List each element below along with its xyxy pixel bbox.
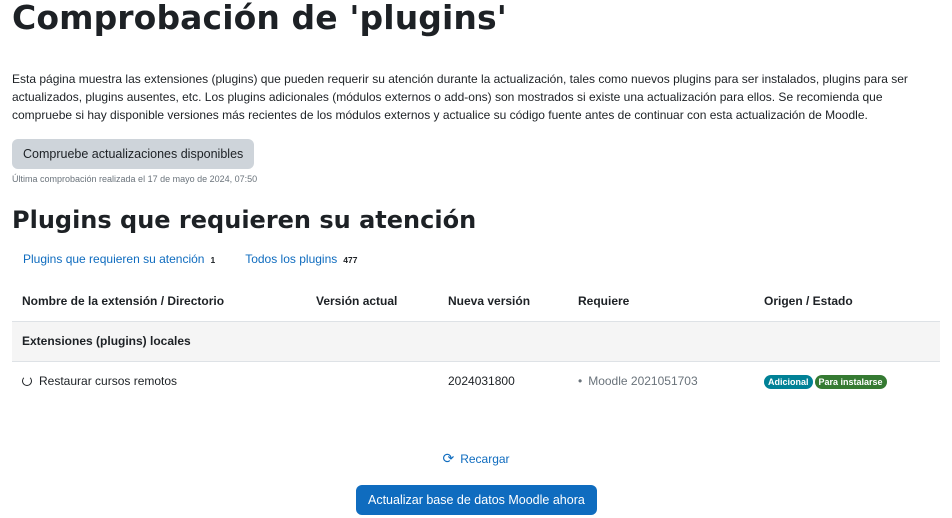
reload-label: Recargar	[460, 452, 510, 466]
last-check-text: Última comprobación realizada el 17 de m…	[12, 174, 258, 184]
filter-all: Todos los plugins 477	[245, 252, 357, 266]
upgrade-database-button[interactable]: Actualizar base de datos Moodle ahora	[356, 485, 597, 515]
header-name: Nombre de la extensión / Directorio	[12, 281, 306, 322]
table-header-row: Nombre de la extensión / Directorio Vers…	[12, 281, 940, 322]
filter-all-link[interactable]: Todos los plugins	[245, 252, 337, 266]
section-title: Plugins que requieren su atención	[12, 206, 477, 234]
requires-cell: Moodle 2021051703	[568, 361, 754, 401]
header-current-version: Versión actual	[306, 281, 438, 322]
refresh-icon	[22, 376, 32, 387]
plugin-name: Restaurar cursos remotos	[39, 374, 178, 389]
header-origin-status: Origen / Estado	[754, 281, 940, 322]
check-updates-button[interactable]: Compruebe actualizaciones disponibles	[12, 139, 255, 169]
badge-to-install: Para instalarse	[814, 374, 887, 389]
badge-additional: Adicional	[764, 374, 813, 389]
reload-icon: ⟳	[442, 450, 455, 466]
reload-link-wrap: ⟳ Recargar	[0, 450, 952, 467]
group-label: Extensiones (plugins) locales	[12, 321, 940, 362]
origin-status-cell: Adicional Para instalarse	[754, 361, 940, 401]
plugin-check-page: Comprobación de 'plugins' Esta página mu…	[0, 0, 952, 518]
plugin-name-cell: Restaurar cursos remotos	[12, 361, 306, 401]
intro-text: Esta página muestra las extensiones (plu…	[12, 72, 908, 122]
table-group-row: Extensiones (plugins) locales	[12, 321, 940, 362]
requires-item: Moodle 2021051703	[578, 374, 698, 388]
current-version-cell	[306, 361, 438, 401]
filter-attention: Plugins que requieren su atención 1	[23, 252, 215, 266]
filter-all-count: 477	[343, 255, 358, 265]
new-version-cell: 2024031800	[448, 374, 515, 389]
filter-attention-link[interactable]: Plugins que requieren su atención	[23, 252, 204, 266]
reload-link[interactable]: ⟳ Recargar	[442, 450, 510, 466]
filter-attention-count: 1	[210, 255, 216, 265]
page-title: Comprobación de 'plugins'	[12, 0, 507, 37]
table-row: Restaurar cursos remotos 2024031800 Mood…	[12, 361, 940, 401]
header-new-version: Nueva versión	[438, 281, 568, 322]
plugins-table: Nombre de la extensión / Directorio Vers…	[12, 281, 940, 401]
plugin-filters: Plugins que requieren su atención 1 Todos…	[23, 252, 357, 266]
header-requires: Requiere	[568, 281, 754, 322]
